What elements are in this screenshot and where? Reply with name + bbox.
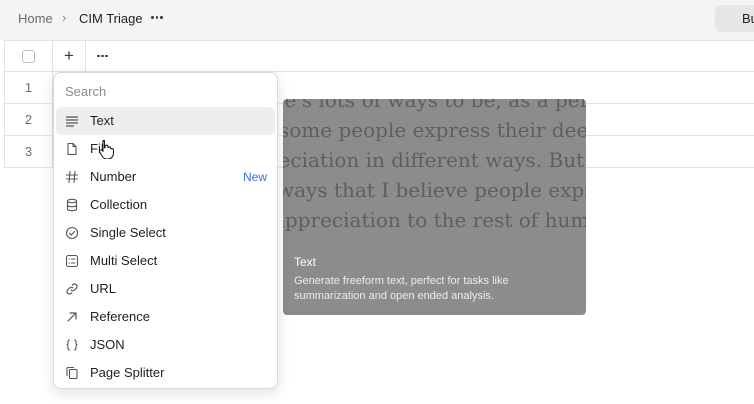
copy-pages-icon xyxy=(66,366,78,380)
database-icon xyxy=(66,198,78,212)
breadcrumb-home[interactable]: Home xyxy=(18,11,53,26)
file-icon xyxy=(67,142,77,156)
preview-art-line: some people express their deep xyxy=(283,118,586,142)
menu-item-multi-select[interactable]: Multi Select xyxy=(56,247,275,275)
breadcrumb-separator: › xyxy=(62,10,67,25)
preview-art-line: reciation in different ways. But o xyxy=(283,148,586,172)
menu-item-number[interactable]: Number New xyxy=(56,163,275,191)
menu-item-label: Page Splitter xyxy=(90,365,165,380)
preview-description: Generate freeform text, perfect for task… xyxy=(294,275,509,302)
more-horizontal-icon[interactable] xyxy=(150,7,164,27)
preview-art-line: ways that I believe people expres xyxy=(283,178,586,202)
menu-item-label: Multi Select xyxy=(90,253,158,268)
add-column-button[interactable]: + xyxy=(53,41,86,72)
column-type-preview: re's lots of ways to be, as a person som… xyxy=(283,99,586,315)
menu-item-collection[interactable]: Collection xyxy=(56,191,275,219)
preview-art-line: appreciation to the rest of hum xyxy=(283,208,586,232)
multi-select-icon xyxy=(65,254,79,268)
menu-item-url[interactable]: URL xyxy=(56,275,275,303)
preview-art-line: re's lots of ways to be, as a person xyxy=(283,99,586,112)
menu-item-label: Collection xyxy=(90,197,148,212)
menu-item-page-splitter[interactable]: Page Splitter xyxy=(56,359,275,387)
row-number: 1 xyxy=(5,72,53,103)
arrow-up-right-icon xyxy=(67,312,77,322)
menu-item-label: URL xyxy=(90,281,117,296)
text-lines-icon xyxy=(65,116,79,127)
top-action-button[interactable]: Bu xyxy=(715,5,754,32)
column-type-dropdown: Text File Number New Collection Single S… xyxy=(53,72,278,389)
search-input[interactable] xyxy=(65,81,265,101)
column-more-icon[interactable] xyxy=(97,52,111,60)
menu-item-label: Single Select xyxy=(90,225,166,240)
menu-item-label: Text xyxy=(90,113,114,128)
row-number: 3 xyxy=(5,136,53,167)
hash-icon xyxy=(65,170,79,184)
menu-item-json[interactable]: JSON xyxy=(56,331,275,359)
preview-title: Text xyxy=(294,255,317,269)
breadcrumb-current[interactable]: CIM Triage xyxy=(79,11,143,26)
select-all-cell xyxy=(5,41,53,72)
top-bar: Home › CIM Triage Bu xyxy=(0,0,754,40)
menu-item-label: Number xyxy=(90,169,137,184)
select-all-checkbox[interactable] xyxy=(22,50,35,63)
row-number: 2 xyxy=(5,104,53,135)
hand-pointer-cursor-icon xyxy=(99,140,114,159)
preview-illustration: re's lots of ways to be, as a person som… xyxy=(283,99,586,235)
check-circle-icon xyxy=(65,226,79,240)
menu-item-single-select[interactable]: Single Select xyxy=(56,219,275,247)
menu-item-reference[interactable]: Reference xyxy=(56,303,275,331)
menu-item-file[interactable]: File xyxy=(56,135,275,163)
column-type-menu: Text File Number New Collection Single S… xyxy=(56,107,275,387)
braces-icon xyxy=(66,339,78,351)
menu-item-label: JSON xyxy=(90,337,125,352)
menu-item-text[interactable]: Text xyxy=(56,107,275,135)
new-badge: New xyxy=(242,170,267,184)
menu-item-label: Reference xyxy=(90,309,150,324)
table-header: + xyxy=(4,40,754,72)
link-icon xyxy=(66,283,78,295)
